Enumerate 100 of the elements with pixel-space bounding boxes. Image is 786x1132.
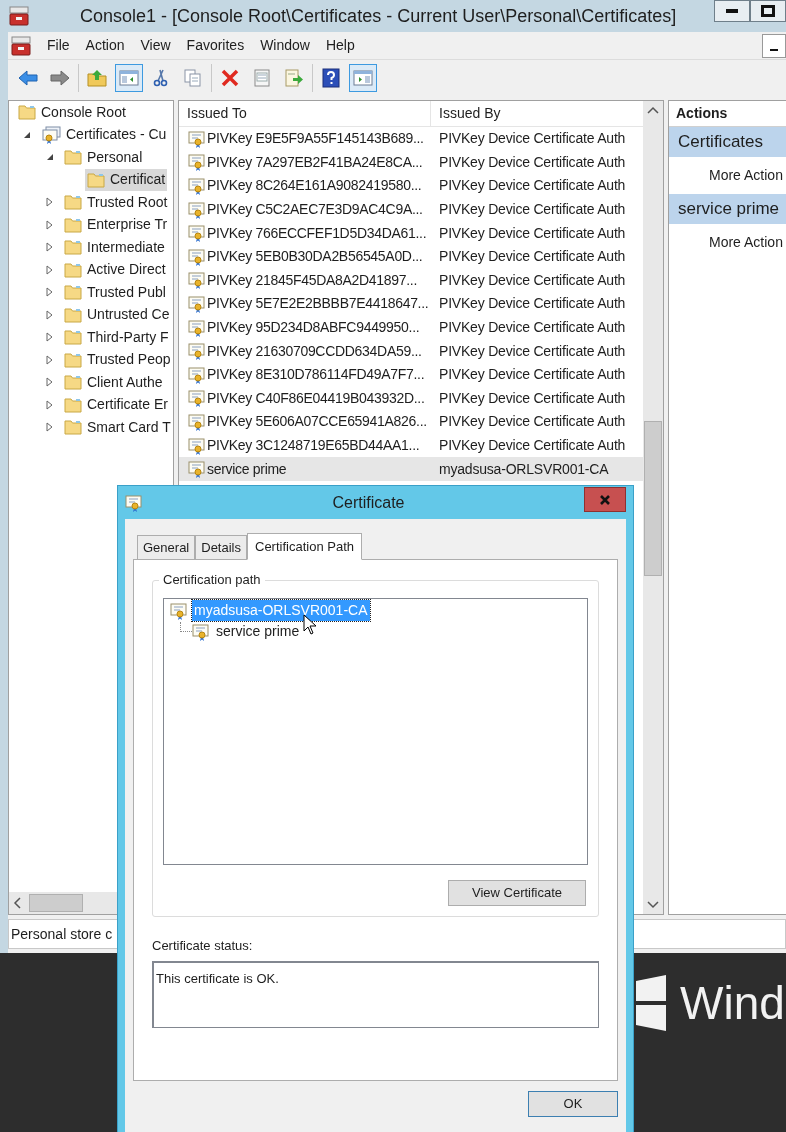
list-row[interactable]: PIVKey 3C1248719E65BD44AA1... PIVKey Device Certificate Auth	[179, 433, 643, 458]
minimize-button[interactable]	[714, 0, 750, 22]
close-button[interactable]	[584, 487, 626, 512]
tree-item[interactable]: Personal	[62, 146, 145, 169]
certificate-store-icon	[41, 125, 61, 144]
table-cell-text: PIVKey 95D234D8ABFC9449950...	[207, 318, 420, 338]
tree-item[interactable]: Certificate Er	[62, 393, 170, 416]
list-row[interactable]: PIVKey 8C264E161A9082419580... PIVKey Device Certificate Auth	[179, 174, 643, 198]
vertical-scrollbar[interactable]	[643, 101, 663, 914]
tree-item[interactable]: Active Direct	[62, 258, 168, 281]
certificate-icon	[188, 342, 206, 361]
folder-icon	[64, 216, 82, 233]
tree-item[interactable]: Console Root	[16, 101, 128, 124]
list-row[interactable]: PIVKey 5EB0B30DA2B56545A0D... PIVKey Device Certificate Auth	[179, 244, 643, 269]
forward-arrow-icon	[50, 69, 70, 87]
expand-arrow-icon[interactable]	[46, 242, 53, 253]
expand-arrow-icon[interactable]	[46, 219, 53, 230]
list-row[interactable]: service prime myadsusa-ORLSVR001-CA	[179, 457, 643, 481]
view-certificate-button[interactable]: View Certificate	[448, 880, 586, 906]
status-text: Personal store c	[11, 924, 113, 944]
expand-arrow-icon[interactable]	[46, 197, 53, 208]
table-cell-text: PIVKey Device Certificate Auth	[438, 341, 626, 361]
menu-item[interactable]: Favorites	[179, 35, 252, 56]
action-link[interactable]: More Action	[709, 232, 783, 253]
tree-item[interactable]: Enterprise Tr	[62, 213, 170, 236]
menu-item[interactable]: Action	[78, 35, 132, 56]
table-cell-text: PIVKey E9E5F9A55F145143B689...	[207, 129, 424, 149]
list-row[interactable]: PIVKey 766ECCFEF1D5D34DA61... PIVKey Device Certificate Auth	[179, 221, 643, 245]
tree-pane-icon	[119, 69, 139, 87]
menu-item[interactable]: View	[133, 35, 178, 56]
list-row[interactable]: PIVKey C40F86E04419B043932D... PIVKey Device Certificate Auth	[179, 386, 643, 411]
dialog-tab[interactable]: Certification Path	[247, 533, 362, 560]
certificate-icon	[188, 177, 206, 195]
list-row[interactable]: PIVKey 5E606A07CCE65941A826... PIVKey Device Certificate Auth	[179, 410, 643, 434]
export-list-icon	[284, 69, 304, 87]
collapse-arrow-icon[interactable]	[23, 130, 31, 139]
dialog-tab[interactable]: Details	[195, 535, 247, 559]
properties-icon	[252, 69, 272, 87]
expand-arrow-icon[interactable]	[46, 377, 53, 388]
tree-item[interactable]: Third-Party F	[62, 326, 171, 349]
tree-item[interactable]: Untrusted Ce	[62, 303, 172, 326]
tree-item[interactable]: Trusted Peop	[62, 348, 173, 371]
list-row[interactable]: PIVKey 7A297EB2F41BA24E8CA... PIVKey Device Certificate Auth	[179, 150, 643, 175]
column-header[interactable]: Issued By	[431, 101, 643, 126]
list-row[interactable]: PIVKey 95D234D8ABFC9449950... PIVKey Device Certificate Auth	[179, 315, 643, 340]
action-section-header[interactable]: service prime	[669, 194, 786, 224]
folder-icon	[18, 104, 36, 121]
menu-item[interactable]: Window	[253, 35, 317, 56]
folder-icon	[64, 351, 82, 368]
tree-item-label: Certificates - Cu	[66, 125, 167, 145]
restore-button[interactable]	[762, 33, 786, 58]
list-row[interactable]: PIVKey 21630709CCDD634DA59... PIVKey Device Certificate Auth	[179, 339, 643, 363]
expand-arrow-icon[interactable]	[46, 399, 53, 410]
path-node[interactable]: service prime	[214, 621, 302, 642]
tree-item[interactable]: Client Authe	[62, 371, 165, 394]
tree-item-label: Untrusted Ce	[87, 305, 170, 325]
expand-arrow-icon[interactable]	[46, 422, 53, 433]
table-cell-text: PIVKey Device Certificate Auth	[438, 223, 626, 243]
expand-arrow-icon[interactable]	[46, 332, 53, 343]
expand-arrow-icon[interactable]	[46, 354, 53, 365]
tree-item[interactable]: Intermediate	[62, 236, 167, 259]
folder-icon	[64, 396, 82, 413]
certificate-icon	[188, 224, 206, 243]
table-cell-text: service prime	[207, 459, 287, 479]
scrollbar-thumb[interactable]	[29, 894, 83, 912]
column-header[interactable]: Issued To	[179, 101, 431, 126]
action-section-header[interactable]: Certificates	[669, 127, 786, 157]
list-row[interactable]: PIVKey C5C2AEC7E3D9AC4C9A... PIVKey Device Certificate Auth	[179, 197, 643, 222]
list-row[interactable]: PIVKey E9E5F9A55F145143B689... PIVKey Device Certificate Auth	[179, 127, 643, 151]
folder-icon	[64, 239, 82, 256]
folder-icon	[64, 284, 82, 301]
folder-icon	[64, 329, 82, 346]
table-cell-text: PIVKey Device Certificate Auth	[438, 129, 626, 149]
scrollbar-thumb[interactable]	[644, 421, 662, 576]
table-cell-text: PIVKey 21630709CCDD634DA59...	[207, 341, 422, 361]
menu-item[interactable]: Help	[318, 35, 362, 56]
folder-icon	[87, 171, 105, 188]
table-cell-text: PIVKey Device Certificate Auth	[438, 200, 626, 220]
tree-item[interactable]: Trusted Publ	[62, 281, 168, 304]
group-label: Certification path	[159, 572, 265, 588]
tree-item[interactable]: Smart Card T	[62, 416, 173, 439]
expand-arrow-icon[interactable]	[46, 264, 53, 275]
tree-item[interactable]: Certificates - Cu	[39, 123, 169, 146]
collapse-arrow-icon[interactable]	[46, 153, 54, 162]
delete-icon	[220, 69, 240, 87]
brand-text: Wind	[680, 980, 785, 1026]
menu-item[interactable]: File	[40, 35, 77, 56]
tree-item[interactable]: Trusted Root	[62, 191, 170, 214]
table-cell-text: PIVKey Device Certificate Auth	[438, 294, 626, 314]
tree-item[interactable]: Certificat	[85, 168, 168, 191]
expand-arrow-icon[interactable]	[46, 309, 53, 320]
action-link[interactable]: More Action	[709, 165, 783, 186]
maximize-button[interactable]	[750, 0, 786, 22]
ok-button[interactable]: OK	[528, 1091, 618, 1117]
list-row[interactable]: PIVKey 21845F45DA8A2D41897... PIVKey Device Certificate Auth	[179, 268, 643, 293]
tree-item-label: Certificate Er	[87, 395, 168, 415]
expand-arrow-icon[interactable]	[46, 287, 53, 298]
dialog-tab[interactable]: General	[137, 535, 196, 559]
list-row[interactable]: PIVKey 5E7E2E2BBBB7E4418647... PIVKey Device Certificate Auth	[179, 292, 643, 316]
list-row[interactable]: PIVKey 8E310D786114FD49A7F7... PIVKey Device Certificate Auth	[179, 362, 643, 387]
